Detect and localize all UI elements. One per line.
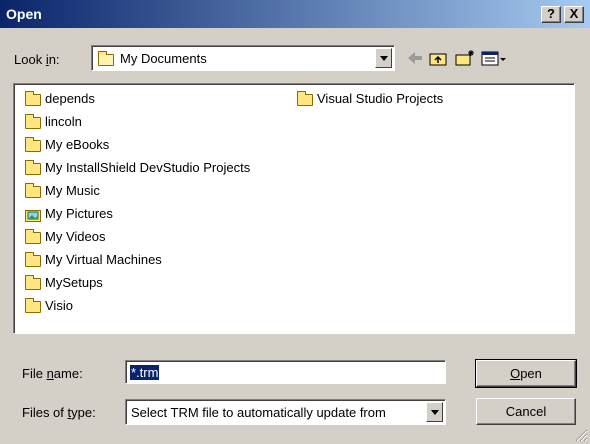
- file-name-value: *.trm: [130, 365, 160, 380]
- folder-icon: [25, 114, 41, 129]
- pictures-folder-icon: [25, 210, 41, 222]
- view-menu-icon[interactable]: [480, 48, 508, 68]
- look-in-label: Look in:: [14, 52, 60, 67]
- chevron-down-icon[interactable]: [375, 48, 392, 68]
- folder-icon: [25, 229, 41, 244]
- back-icon[interactable]: [404, 48, 426, 68]
- look-in-dropdown[interactable]: My Documents: [91, 45, 395, 71]
- new-folder-icon[interactable]: [454, 48, 476, 68]
- chevron-down-icon[interactable]: [426, 402, 443, 422]
- folder-icon: [297, 91, 313, 106]
- up-folder-icon[interactable]: [428, 48, 450, 68]
- look-in-value: My Documents: [120, 51, 207, 66]
- open-button[interactable]: Open: [475, 359, 577, 388]
- title-bar: Open ? X: [0, 0, 590, 28]
- file-type-label: Files of type:: [22, 405, 96, 420]
- open-dialog: Open ? X Look in: My Documents depends l…: [0, 0, 590, 444]
- help-button[interactable]: ?: [541, 6, 561, 23]
- folder-icon: [25, 137, 41, 152]
- folder-icon: [25, 160, 41, 175]
- file-type-dropdown[interactable]: Select TRM file to automatically update …: [125, 399, 446, 425]
- cancel-button[interactable]: Cancel: [476, 398, 576, 425]
- folder-icon: [25, 91, 41, 106]
- folder-icon: [25, 275, 41, 290]
- file-name-label: File name:: [22, 366, 83, 381]
- resize-grip-icon[interactable]: [574, 428, 588, 442]
- folder-icon: [25, 183, 41, 198]
- window-title: Open: [6, 6, 42, 22]
- file-list: depends lincoln My eBooks My InstallShie…: [13, 83, 575, 334]
- open-folder-icon: [98, 51, 114, 66]
- folder-icon: [25, 298, 41, 313]
- file-name-input[interactable]: *.trm: [125, 360, 446, 384]
- folder-icon: [25, 252, 41, 267]
- file-type-value: Select TRM file to automatically update …: [131, 405, 386, 420]
- close-button[interactable]: X: [564, 6, 584, 23]
